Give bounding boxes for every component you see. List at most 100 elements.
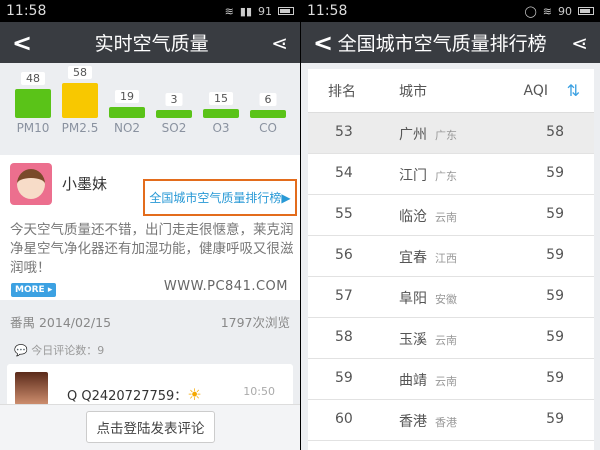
rank: 59 (335, 370, 353, 386)
pollutant-o3: 15 O3 (203, 63, 239, 145)
province: 云南 (435, 334, 457, 347)
table-row[interactable]: 56 宜春 江西 59 (308, 236, 594, 277)
bar (109, 106, 145, 118)
ranking-link[interactable]: 全国城市空气质量排行榜 ▶ (143, 179, 297, 216)
share-icon[interactable]: ⋖ (571, 31, 588, 55)
status-bar: 11:58 ≋ ▮▮ 91 (0, 0, 300, 22)
comment-count: 💬 今日评论数：9 (14, 344, 105, 357)
city: 江门 广东 (399, 168, 457, 184)
bar (15, 89, 51, 118)
table-row[interactable]: 53 广州 广东 58 (308, 113, 594, 154)
aqi: 59 (546, 247, 564, 263)
bar (250, 110, 286, 118)
post-card: 小墨妹 全国城市空气质量排行榜 ▶ 今天空气质量还不错，出门走走很惬意，莱克润净星… (0, 155, 300, 330)
back-icon[interactable]: < (12, 29, 32, 57)
ranking-table: 排名 城市 AQI ⇅ 53 广州 广东 58 54 江门 广东 59 55 临沧 云南 … (308, 69, 594, 450)
pollutant-pm2.5: 58 PM2.5 (62, 63, 98, 145)
status-bar: 11:58 ◯ ≋ 90 (301, 0, 600, 22)
bar (156, 110, 192, 118)
location-date: 番禺 2014/02/15 (10, 315, 112, 330)
col-aqi[interactable]: AQI (524, 83, 548, 99)
bar-label: PM10 (16, 121, 50, 135)
more-button[interactable]: MORE ▸ (11, 283, 57, 297)
rank: 57 (335, 288, 353, 304)
aqi: 59 (546, 288, 564, 304)
page-title: 实时空气质量 (94, 33, 209, 55)
table-row[interactable]: 59 曲靖 云南 59 (308, 359, 594, 400)
signal-icon: ▮▮ (239, 4, 252, 18)
bar-label: O3 (212, 121, 230, 135)
bar-value: 58 (68, 66, 92, 80)
city: 曲靖 云南 (399, 373, 457, 389)
table-row[interactable]: 57 阜阳 安徽 59 (308, 277, 594, 318)
rank: 58 (335, 329, 353, 345)
aqi: 59 (546, 165, 564, 181)
status-time: 11:58 (6, 3, 47, 19)
app-header: < 实时空气质量 ⋖ (0, 22, 300, 63)
col-city[interactable]: 城市 (399, 81, 427, 101)
province: 香港 (435, 416, 457, 429)
page-title: 全国城市空气质量排行榜 (337, 33, 547, 55)
share-icon[interactable]: ⋖ (271, 31, 288, 55)
rank: 53 (335, 124, 353, 140)
wifi-icon: ≋ (224, 4, 234, 18)
bar (62, 83, 98, 118)
rank: 55 (335, 206, 353, 222)
login-comment-button[interactable]: 点击登陆发表评论 (86, 411, 215, 443)
avatar[interactable] (10, 163, 52, 205)
bar-label: CO (259, 121, 277, 135)
bar-value: 15 (209, 92, 233, 105)
battery-icon (578, 7, 594, 15)
province: 广东 (435, 170, 457, 183)
pollutant-bars: 48 PM10 58 PM2.5 19 NO2 3 SO2 15 O3 6 CO (0, 63, 300, 145)
bar-value: 48 (21, 72, 45, 86)
province: 云南 (435, 211, 457, 224)
comment-icon: 💬 (14, 344, 28, 357)
aqi: 59 (546, 206, 564, 222)
bar-label: SO2 (161, 121, 187, 135)
sort-icon[interactable]: ⇅ (567, 81, 580, 100)
watermark: WWW.PC841.COM (163, 279, 288, 294)
pollutant-so2: 3 SO2 (156, 63, 192, 145)
status-time: 11:58 (307, 3, 348, 19)
bar-value: 3 (165, 93, 183, 106)
view-count: 1797次浏览 (220, 315, 290, 330)
username: 小墨妹 (62, 175, 108, 193)
province: 江西 (435, 252, 457, 265)
rank: 60 (335, 411, 353, 427)
commenter-name: Q Q2420727759：☀ (67, 385, 202, 404)
battery-icon (278, 7, 294, 15)
city: 宜春 江西 (399, 250, 457, 266)
message-icon: ◯ (524, 4, 537, 18)
battery-level: 91 (258, 4, 272, 18)
post-content: 今天空气质量还不错，出门走走很惬意，莱克润净星空气净化器还有加湿功能，健康呼吸又… (10, 222, 294, 276)
col-rank[interactable]: 排名 (328, 81, 356, 101)
battery-level: 90 (558, 4, 572, 18)
table-row[interactable]: 58 玉溪 云南 59 (308, 318, 594, 359)
bar (203, 109, 239, 118)
bar-value: 6 (259, 93, 277, 106)
city: 阜阳 安徽 (399, 291, 457, 307)
sun-icon: ☀ (187, 385, 202, 404)
city: 香港 香港 (399, 414, 457, 430)
play-arrow-icon: ▶ (281, 190, 291, 205)
pollutant-co: 6 CO (250, 63, 286, 145)
bar-label: PM2.5 (61, 121, 99, 135)
table-row[interactable]: 54 江门 广东 59 (308, 154, 594, 195)
aqi: 59 (546, 370, 564, 386)
back-icon[interactable]: < (313, 29, 333, 57)
table-header: 排名 城市 AQI ⇅ (308, 69, 594, 113)
table-row[interactable]: 60 香港 香港 59 (308, 400, 594, 441)
city: 广州 广东 (399, 127, 457, 143)
rank: 56 (335, 247, 353, 263)
bar-label: NO2 (113, 121, 141, 135)
city: 临沧 云南 (399, 209, 457, 225)
rank: 54 (335, 165, 353, 181)
table-row[interactable]: 55 临沧 云南 59 (308, 195, 594, 236)
pollutant-no2: 19 NO2 (109, 63, 145, 145)
aqi: 59 (546, 411, 564, 427)
city: 玉溪 云南 (399, 332, 457, 348)
aqi: 59 (546, 329, 564, 345)
comment-time: 10:50 (243, 385, 275, 398)
bottom-bar: 点击登陆发表评论 (0, 404, 300, 450)
